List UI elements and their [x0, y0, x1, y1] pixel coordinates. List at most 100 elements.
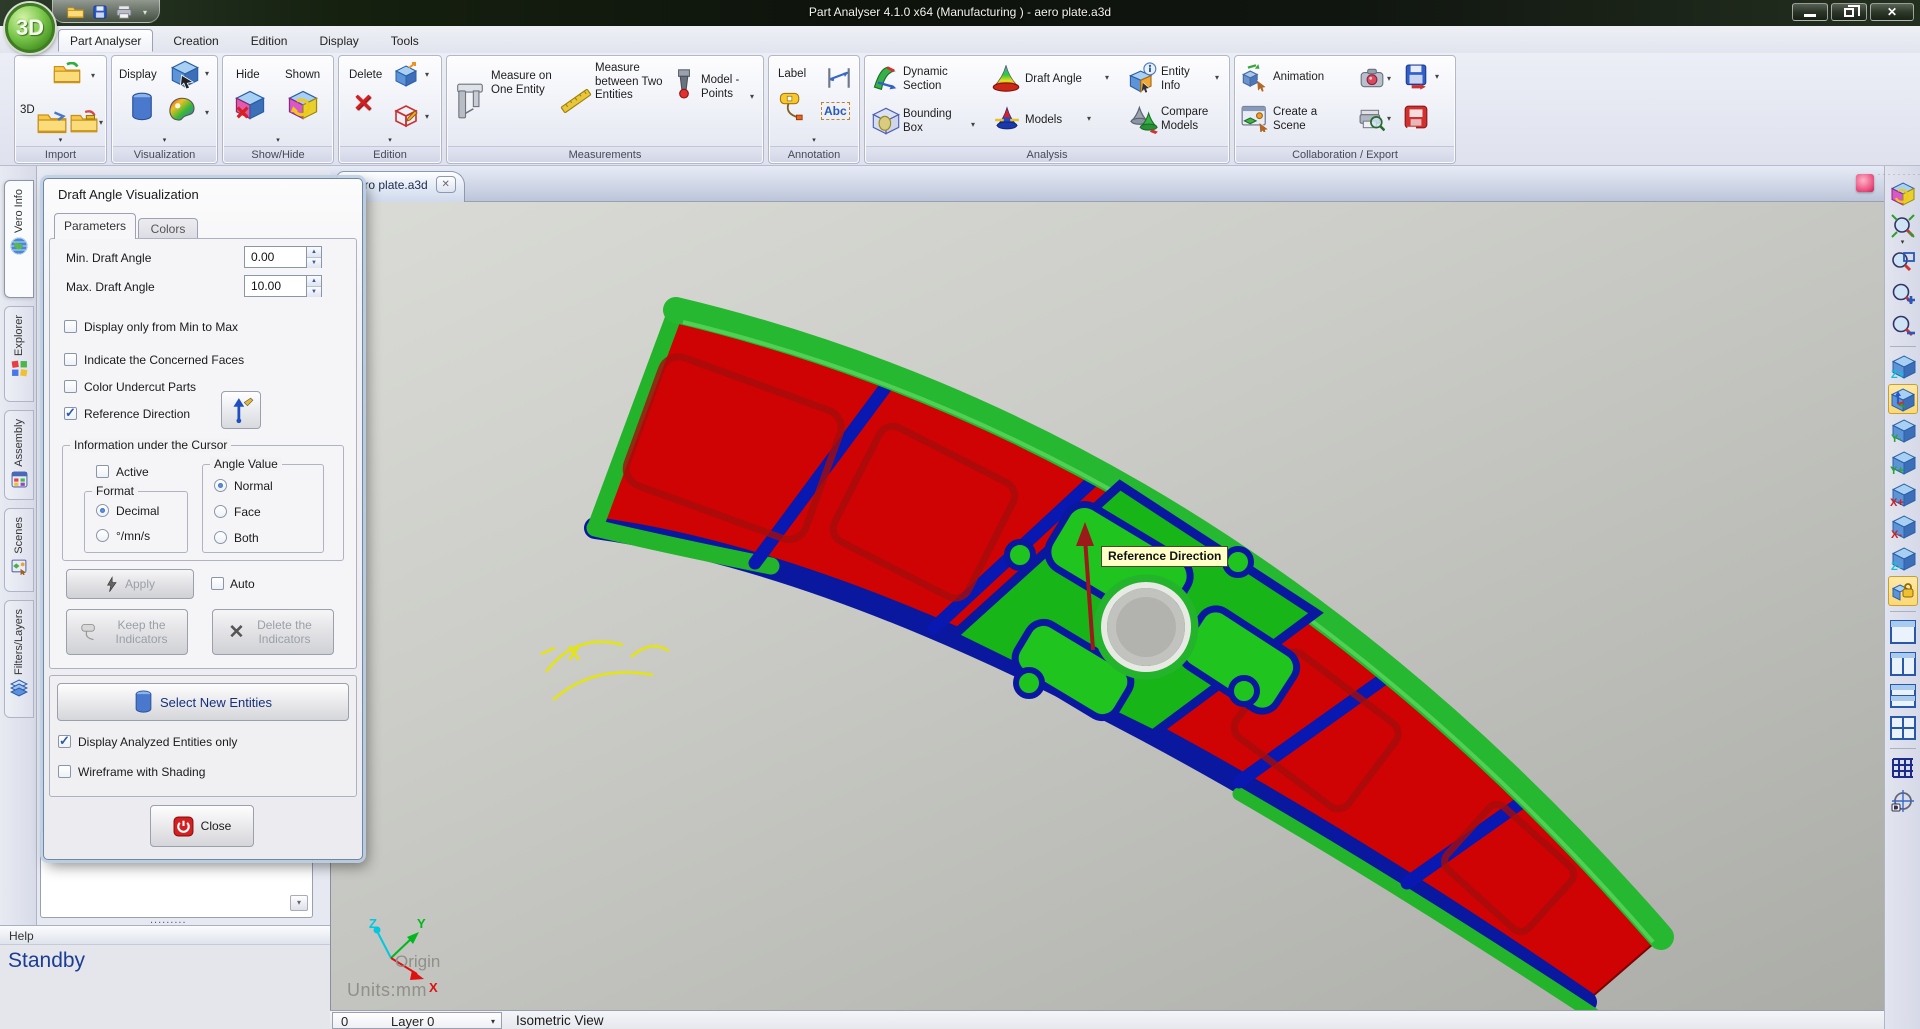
max-draft-angle-input[interactable]: 10.00 [244, 275, 306, 297]
shading-cylinder-icon[interactable] [130, 92, 154, 122]
lock-rotation-icon[interactable] [1888, 576, 1918, 606]
radio-decimal[interactable] [96, 504, 109, 517]
compare-models-icon[interactable] [1129, 104, 1159, 134]
label-button[interactable]: Label [778, 68, 806, 82]
view-isometric-icon[interactable] [1888, 384, 1918, 414]
print-icon[interactable] [116, 5, 132, 19]
zoom-window-icon[interactable] [1888, 247, 1918, 277]
close-button[interactable]: Close [150, 805, 254, 847]
create-scene-icon[interactable] [1241, 104, 1271, 132]
import-caret-icon[interactable]: ▾ [91, 71, 95, 80]
print-preview-icon[interactable] [1359, 106, 1385, 132]
document-tab-close-icon[interactable]: ✕ [436, 176, 456, 193]
view-z-minus-icon[interactable]: Z- [1888, 544, 1918, 574]
tab-edition[interactable]: Edition [239, 29, 300, 52]
checkbox-reference-direction[interactable] [64, 407, 77, 420]
transform-cube-icon[interactable] [393, 62, 419, 88]
min-draft-angle-spinner[interactable]: ▲ ▼ [306, 246, 322, 268]
sidebar-tab-vero-info[interactable]: Vero Info [4, 180, 34, 298]
dialog-tab-colors[interactable]: Colors [138, 218, 198, 239]
max-draft-angle-spinner[interactable]: ▲ ▼ [306, 275, 322, 297]
viewport-3d[interactable]: Z Y X Reference Direction Origin Units:m… [330, 202, 1884, 1010]
import-folder2-caret-icon[interactable]: ▾ [99, 118, 103, 127]
radio-face[interactable] [214, 505, 227, 518]
list-scroll-down-icon[interactable]: ▾ [290, 895, 308, 911]
annotation-launcher-icon[interactable]: ▾ [812, 136, 816, 144]
radio-both[interactable] [214, 531, 227, 544]
snapshot-camera-icon[interactable] [1359, 66, 1385, 90]
display-label[interactable]: Display [119, 69, 157, 83]
hide-label[interactable]: Hide [236, 69, 260, 83]
tab-part-analyser[interactable]: Part Analyser [58, 29, 153, 52]
models-cone-icon[interactable] [993, 106, 1021, 134]
spin-up-icon[interactable]: ▲ [307, 276, 321, 287]
layout-two-vertical-icon[interactable] [1888, 649, 1918, 679]
view-y-plus-icon[interactable]: Y+ [1888, 448, 1918, 478]
bounding-box-button[interactable]: Bounding Box [903, 108, 973, 135]
view-x-plus-icon[interactable]: X+ [1888, 480, 1918, 510]
zoom-in-icon[interactable] [1888, 279, 1918, 309]
view-y-minus-icon[interactable]: Y- [1888, 416, 1918, 446]
tab-creation[interactable]: Creation [161, 29, 230, 52]
delete-label[interactable]: Delete [349, 69, 382, 83]
model-points-caret-icon[interactable]: ▾ [750, 92, 754, 101]
save-icon[interactable] [93, 5, 107, 19]
open-3d-file-icon[interactable] [37, 110, 67, 135]
import-launcher-icon[interactable]: ▾ [59, 136, 63, 144]
sidebar-tab-filters-layers[interactable]: Filters/Layers [4, 600, 34, 718]
showhide-launcher-icon[interactable]: ▾ [276, 136, 280, 144]
import-folder-icon[interactable] [53, 62, 81, 85]
min-draft-angle-input[interactable]: 0.00 [244, 246, 306, 268]
display-caret-icon[interactable]: ▾ [205, 69, 209, 78]
panel-pin-icon[interactable] [1856, 174, 1874, 192]
toolbar-handle[interactable]: ·········· [1878, 170, 1920, 178]
visualization-launcher-icon[interactable]: ▾ [163, 136, 167, 144]
palette-caret-icon[interactable]: ▾ [205, 108, 209, 117]
compare-models-button[interactable]: Compare Models [1161, 106, 1231, 133]
measure-one-entity-button[interactable]: Measure on One Entity [491, 70, 557, 97]
print-preview-caret-icon[interactable]: ▾ [1387, 114, 1391, 123]
layer-dropdown[interactable]: 0 Layer 0 ▾ [332, 1012, 502, 1029]
hide-cube-icon[interactable] [234, 89, 266, 121]
apply-button[interactable]: Apply [66, 569, 194, 599]
dynamic-section-icon[interactable] [871, 64, 901, 94]
spin-up-icon[interactable]: ▲ [307, 247, 321, 258]
grid-icon[interactable] [1888, 754, 1918, 784]
create-scene-button[interactable]: Create a Scene [1273, 106, 1343, 133]
models-caret-icon[interactable]: ▾ [1087, 114, 1091, 123]
sidebar-tab-assembly[interactable]: Assembly [4, 410, 34, 500]
dynamic-section-button[interactable]: Dynamic Section [903, 66, 973, 93]
shown-cube-icon[interactable] [287, 89, 319, 121]
checkbox-min-max[interactable] [64, 320, 77, 333]
draft-angle-dialog[interactable]: Draft Angle Visualization Parameters Col… [43, 178, 363, 860]
keep-indicators-button[interactable]: Keep the Indicators [66, 609, 188, 655]
rotate-entities-icon[interactable] [1888, 179, 1918, 209]
import-options-folder-icon[interactable] [70, 110, 98, 135]
zoom-out-icon[interactable] [1888, 311, 1918, 341]
export-save-icon[interactable] [1403, 64, 1429, 90]
checkbox-active[interactable] [96, 465, 109, 478]
draft-angle-button[interactable]: Draft Angle [1025, 73, 1082, 87]
spin-down-icon[interactable]: ▼ [307, 287, 321, 297]
layer-caret-icon[interactable]: ▾ [491, 1017, 495, 1026]
export-package-icon[interactable] [1403, 104, 1429, 130]
entity-info-icon[interactable] [1127, 62, 1159, 94]
measure-two-entities-button[interactable]: Measure between Two Entities [595, 62, 669, 103]
checkbox-color-undercut[interactable] [64, 380, 77, 393]
delete-indicators-button[interactable]: ✕ Delete the Indicators [212, 609, 334, 655]
transform-caret-icon[interactable]: ▾ [425, 70, 429, 79]
entity-info-caret-icon[interactable]: ▾ [1215, 73, 1219, 82]
sidebar-tab-scenes[interactable]: Scenes [4, 508, 34, 592]
model-points-button[interactable]: Model - Points [701, 74, 757, 101]
view-x-minus-icon[interactable]: X- [1888, 512, 1918, 542]
checkbox-display-analyzed[interactable] [58, 735, 71, 748]
layout-single-view-icon[interactable] [1888, 617, 1918, 647]
abc-text-icon[interactable]: Abc [821, 102, 850, 120]
zoom-fit-icon[interactable] [1888, 211, 1918, 241]
radio-normal[interactable] [214, 479, 227, 492]
view-z-plus-icon[interactable]: Z+ [1888, 352, 1918, 382]
close-window-button[interactable]: ✕ [1870, 3, 1914, 21]
draft-angle-caret-icon[interactable]: ▾ [1105, 73, 1109, 82]
panel-splitter[interactable]: ......... [150, 914, 187, 926]
models-button[interactable]: Models [1025, 114, 1062, 128]
